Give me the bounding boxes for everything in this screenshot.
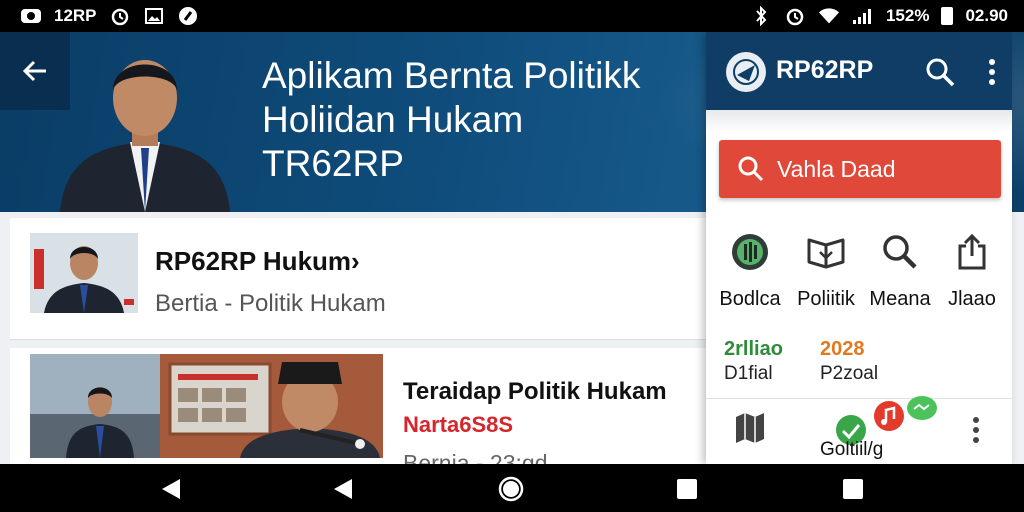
news-card[interactable]: Teraidap Politik Hukam Narta6S8S Bernia … xyxy=(10,348,710,464)
clock: 02.90 xyxy=(965,6,1008,25)
panel-bottom-bar: Goltiil/g xyxy=(706,395,1012,464)
recents-nav-icon[interactable] xyxy=(674,476,700,502)
music-icon[interactable] xyxy=(872,399,906,433)
signal-icon xyxy=(852,7,874,25)
title-line-3: TR62RP xyxy=(262,143,404,184)
status-left: 12RP xyxy=(20,6,199,26)
action-poliitik[interactable]: Poliitik xyxy=(786,230,866,311)
back-nav-icon[interactable] xyxy=(330,476,356,502)
status-right: 152% 02.90 xyxy=(750,6,1008,26)
alarm-icon xyxy=(784,7,806,26)
image-icon xyxy=(143,7,165,25)
more-vert-icon[interactable] xyxy=(982,56,1002,88)
action-row: Bodlca Poliitik Meana Jlaao xyxy=(706,230,1012,320)
stats-row: 2rlliao D1fial 2028 P2zoal xyxy=(706,338,1012,394)
news-tag: Narta6S8S xyxy=(403,412,514,437)
search-button[interactable]: Vahla Daad xyxy=(719,140,1001,198)
battery-icon xyxy=(941,7,954,25)
search-button-label: Vahla Daad xyxy=(777,155,896,182)
stat-label: P2zoal xyxy=(820,363,879,384)
news-subtitle: Bernia - 23:gd xyxy=(403,450,548,464)
status-bar: 12RP 152% 02.90 xyxy=(0,0,1024,32)
news-title: Teraidap Politik Hukam xyxy=(403,378,667,405)
header-portrait xyxy=(60,60,230,212)
stat-value: 2028 xyxy=(820,338,865,360)
search-icon[interactable] xyxy=(924,56,956,88)
news-card[interactable]: RP62RP Hukum› Bertia - Politik Hukam xyxy=(10,218,710,340)
search-icon xyxy=(738,156,764,182)
action-label: Bodlca xyxy=(719,288,781,310)
news-title: RP62RP Hukum› xyxy=(155,246,360,276)
battery-percent: 152% xyxy=(885,6,930,25)
share-icon xyxy=(950,230,994,274)
page-title: Aplikam Bernta Politikk Holiidan Hukam T… xyxy=(262,54,702,186)
back-nav-icon[interactable] xyxy=(158,476,184,502)
news-thumbnail xyxy=(30,233,138,313)
book-icon xyxy=(804,230,848,274)
recents-nav-icon[interactable] xyxy=(840,476,866,502)
app-screen: Aplikam Bernta Politikk Holiidan Hukam T… xyxy=(0,32,1024,464)
stat-item: 2rlliao D1fial xyxy=(724,338,783,385)
title-line-1: Aplikam Bernta Politikk xyxy=(262,55,641,96)
arrow-left-icon xyxy=(22,60,46,82)
action-label: Poliitik xyxy=(797,288,855,310)
search-icon xyxy=(878,230,922,274)
navigation-bar xyxy=(0,464,1024,512)
panel-toolbar: RP62RP xyxy=(706,32,1012,110)
panel-app-name: RP62RP xyxy=(776,56,874,84)
panel-divider xyxy=(706,110,1012,132)
bluetooth-icon xyxy=(750,6,772,26)
action-bodlca[interactable]: Bodlca xyxy=(710,230,790,311)
title-line-2: Holiidan Hukam xyxy=(262,99,524,140)
stat-value: 2rlliao xyxy=(724,338,783,360)
bars-circle-icon xyxy=(728,230,772,274)
side-panel: RP62RP Vahla Daad Bodlca Poliitik Meana … xyxy=(706,32,1012,464)
stat-label: D1fial xyxy=(724,363,773,384)
action-label: Jlaao xyxy=(948,288,996,310)
alarm-icon xyxy=(109,7,131,26)
map-icon[interactable] xyxy=(734,411,766,445)
bottom-bar-label: Goltiil/g xyxy=(820,439,884,460)
wifi-icon xyxy=(818,7,840,25)
news-thumbnail xyxy=(30,354,383,458)
home-nav-icon[interactable] xyxy=(498,476,524,502)
chat-icon[interactable] xyxy=(906,395,938,423)
app-icon xyxy=(177,7,199,25)
more-vert-icon[interactable] xyxy=(968,415,984,447)
action-label: Meana xyxy=(869,288,931,310)
status-left-text: 12RP xyxy=(54,6,97,25)
vibrate-icon xyxy=(20,7,42,25)
action-jlaao[interactable]: Jlaao xyxy=(932,230,1012,311)
stat-item: 2028 P2zoal xyxy=(820,338,878,385)
action-meana[interactable]: Meana xyxy=(860,230,940,311)
news-subtitle: Bertia - Politik Hukam xyxy=(155,290,386,317)
app-logo-icon xyxy=(726,52,766,92)
